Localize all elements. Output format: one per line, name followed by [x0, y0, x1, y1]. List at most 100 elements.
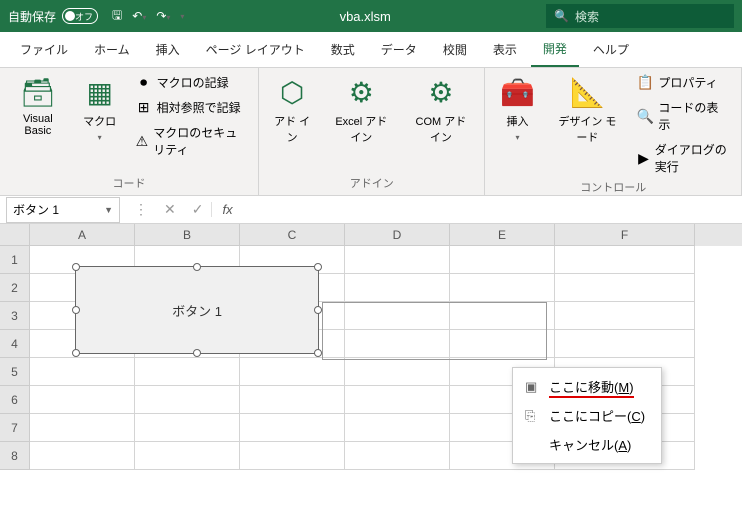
select-all-corner[interactable]: [0, 224, 30, 246]
tab-校閲[interactable]: 校閲: [431, 33, 479, 66]
cell-F2[interactable]: [555, 274, 695, 302]
cell-C5[interactable]: [240, 358, 345, 386]
button-shape[interactable]: ボタン 1: [75, 266, 319, 354]
cell-A8[interactable]: [30, 442, 135, 470]
cell-D6[interactable]: [345, 386, 450, 414]
search-icon: 🔍: [554, 9, 569, 23]
tab-ヘルプ[interactable]: ヘルプ: [581, 33, 641, 66]
cell-B6[interactable]: [135, 386, 240, 414]
prop-icon: 📋: [637, 75, 653, 91]
redo-icon[interactable]: ↷▾: [156, 9, 170, 23]
cell-E1[interactable]: [450, 246, 555, 274]
search-box[interactable]: 🔍 検索: [546, 4, 734, 28]
tab-挿入[interactable]: 挿入: [144, 33, 192, 66]
cancel-icon[interactable]: ✕: [156, 201, 184, 218]
cell-A7[interactable]: [30, 414, 135, 442]
small-button-label: プロパティ: [658, 74, 717, 91]
row-header-8[interactable]: 8: [0, 442, 30, 470]
cell-B8[interactable]: [135, 442, 240, 470]
resize-handle[interactable]: [72, 263, 80, 271]
row-header-7[interactable]: 7: [0, 414, 30, 442]
column-header-F[interactable]: F: [555, 224, 695, 246]
button-label: マクロ: [83, 113, 116, 129]
com-アドイン-button[interactable]: ⚙COM アドイン: [405, 72, 476, 149]
toggle-switch[interactable]: オフ: [62, 8, 98, 24]
cell-D7[interactable]: [345, 414, 450, 442]
tab-ファイル[interactable]: ファイル: [8, 33, 80, 66]
row-header-2[interactable]: 2: [0, 274, 30, 302]
visual-basic-button[interactable]: 🗃 Visual Basic: [8, 72, 68, 141]
cell-F1[interactable]: [555, 246, 695, 274]
menu-item-ここにコピー[interactable]: ⎘ここにコピー(C): [513, 401, 661, 430]
autosave-toggle[interactable]: 自動保存 オフ: [8, 8, 98, 25]
fx-icon[interactable]: fx: [211, 202, 242, 217]
cell-C6[interactable]: [240, 386, 345, 414]
cell-D2[interactable]: [345, 274, 450, 302]
confirm-icon[interactable]: ✓: [184, 201, 212, 218]
cell-D1[interactable]: [345, 246, 450, 274]
resize-handle[interactable]: [314, 306, 322, 314]
row-header-4[interactable]: 4: [0, 330, 30, 358]
アド-イン-button[interactable]: ⬡アド イン: [267, 72, 317, 149]
chevron-down-icon[interactable]: ▼: [104, 205, 113, 215]
resize-handle[interactable]: [314, 263, 322, 271]
ダイアログの実行-button[interactable]: ▶ダイアログの実行: [633, 139, 733, 177]
group-label: コントロール: [493, 177, 733, 197]
resize-handle[interactable]: [314, 349, 322, 357]
cell-B7[interactable]: [135, 414, 240, 442]
resize-handle[interactable]: [72, 306, 80, 314]
cell-A5[interactable]: [30, 358, 135, 386]
menu-item-キャンセル[interactable]: キャンセル(A): [513, 430, 661, 459]
マクロのセキュリティ-button[interactable]: ⚠マクロのセキュリティ: [132, 122, 250, 160]
row-header-5[interactable]: 5: [0, 358, 30, 386]
vb-icon: 🗃: [20, 76, 56, 109]
tab-ページ レイアウト[interactable]: ページ レイアウト: [194, 33, 317, 66]
cell-D8[interactable]: [345, 442, 450, 470]
resize-handle[interactable]: [72, 349, 80, 357]
worksheet[interactable]: ABCDEF 12345678 ボタン 1 ▣ここに移動(M)⎘ここにコピー(C…: [0, 224, 742, 470]
save-icon[interactable]: 🖫: [112, 6, 122, 27]
formula-expand-icon[interactable]: ⋮: [126, 201, 156, 218]
コードの表示-button[interactable]: 🔍コードの表示: [633, 97, 733, 135]
tab-数式[interactable]: 数式: [319, 33, 367, 66]
cell-F3[interactable]: [555, 302, 695, 330]
cell-F4[interactable]: [555, 330, 695, 358]
code-icon: 🔍: [637, 108, 653, 124]
cell-C7[interactable]: [240, 414, 345, 442]
cell-C8[interactable]: [240, 442, 345, 470]
undo-icon[interactable]: ↶▾: [132, 9, 146, 23]
small-button-label: ダイアログの実行: [655, 141, 729, 175]
button-label: Visual Basic: [14, 113, 62, 137]
column-header-C[interactable]: C: [240, 224, 345, 246]
tab-表示[interactable]: 表示: [481, 33, 529, 66]
デザイン-モード-button[interactable]: 📐デザイン モード: [549, 72, 625, 149]
相対参照で記録-button[interactable]: ⊞相対参照で記録: [132, 97, 250, 118]
挿入-button[interactable]: 🧰挿入▾: [493, 72, 541, 146]
tab-ホーム[interactable]: ホーム: [82, 33, 142, 66]
row-header-1[interactable]: 1: [0, 246, 30, 274]
column-header-D[interactable]: D: [345, 224, 450, 246]
マクロ-button[interactable]: ▦マクロ▾: [76, 72, 124, 146]
excel-アドイン-button[interactable]: ⚙Excel アドイン: [325, 72, 397, 149]
column-header-A[interactable]: A: [30, 224, 135, 246]
column-header-B[interactable]: B: [135, 224, 240, 246]
titlebar: 自動保存 オフ 🖫 ↶▾ ↷▾ ▾ vba.xlsm 🔍 検索: [0, 0, 742, 32]
column-header-E[interactable]: E: [450, 224, 555, 246]
drag-ghost-outline: [322, 302, 547, 360]
row-header-6[interactable]: 6: [0, 386, 30, 414]
menu-item-ここに移動[interactable]: ▣ここに移動(M): [513, 372, 661, 401]
copy-icon: ⎘: [525, 408, 541, 424]
マクロの記録-button[interactable]: ⏺マクロの記録: [132, 72, 250, 93]
tab-開発[interactable]: 開発: [531, 32, 579, 67]
name-box[interactable]: ボタン 1 ▼: [6, 197, 120, 223]
resize-handle[interactable]: [193, 349, 201, 357]
プロパティ-button[interactable]: 📋 プロパティ: [633, 72, 733, 93]
cell-B5[interactable]: [135, 358, 240, 386]
resize-handle[interactable]: [193, 263, 201, 271]
cell-A6[interactable]: [30, 386, 135, 414]
cell-D5[interactable]: [345, 358, 450, 386]
formula-bar: ボタン 1 ▼ ⋮ ✕ ✓ fx: [0, 196, 742, 224]
tab-データ[interactable]: データ: [369, 33, 429, 66]
cell-E2[interactable]: [450, 274, 555, 302]
row-header-3[interactable]: 3: [0, 302, 30, 330]
